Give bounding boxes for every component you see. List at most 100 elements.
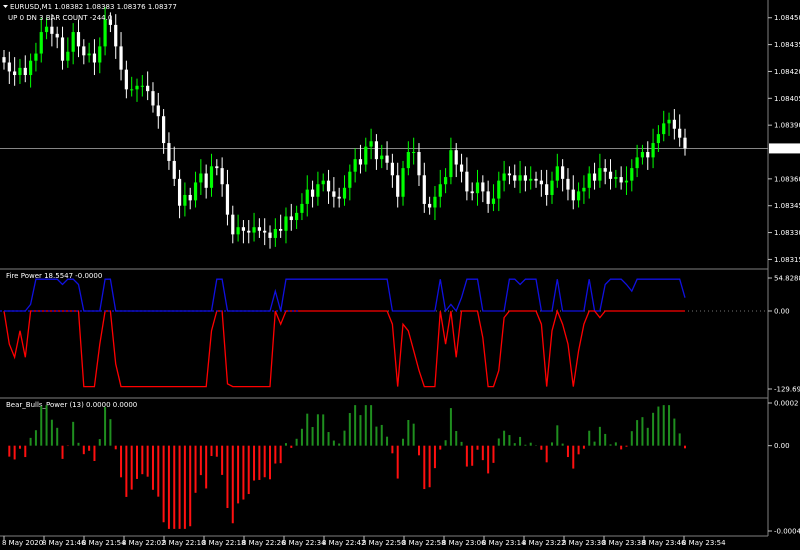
candle-body bbox=[470, 191, 474, 194]
time-axis-label: 8 May 22:42 bbox=[322, 539, 366, 547]
candle-body bbox=[326, 180, 331, 192]
candle-body bbox=[225, 184, 230, 215]
candle-body bbox=[151, 91, 155, 106]
time-axis-label: 8 May 21:54 bbox=[82, 539, 126, 547]
candle-body bbox=[193, 182, 198, 201]
price-tick-label: 1.08345 bbox=[774, 202, 800, 210]
candle-body bbox=[619, 177, 623, 183]
time-axis-label: 8 May 23:30 bbox=[562, 539, 606, 547]
candle-body bbox=[566, 178, 570, 190]
candle-body bbox=[92, 53, 97, 63]
candle-body bbox=[119, 46, 123, 70]
candle-body bbox=[353, 159, 357, 172]
bulls-axis-top: 0.0002 bbox=[774, 400, 799, 408]
candle-body bbox=[576, 191, 581, 201]
price-tick-label: 1.08450 bbox=[774, 14, 800, 22]
candle-body bbox=[316, 184, 320, 197]
time-axis-label: 8 May 22:34 bbox=[282, 539, 326, 547]
price-tick-label: 1.08360 bbox=[774, 175, 800, 183]
candle-body bbox=[380, 155, 384, 160]
fire-power-red-line bbox=[3, 308, 685, 388]
price-tick-label: 1.08330 bbox=[774, 229, 800, 237]
symbol-info: EURUSD,M1 1.08382 1.08383 1.08376 1.0837… bbox=[10, 3, 177, 11]
candle-body bbox=[630, 168, 634, 181]
time-axis-label: 8 May 22:50 bbox=[362, 539, 406, 547]
candle-body bbox=[162, 116, 166, 144]
candle-body bbox=[396, 175, 400, 197]
candle-body bbox=[651, 143, 655, 158]
price-tick-label: 1.08390 bbox=[774, 122, 800, 130]
candle-body bbox=[587, 173, 591, 188]
candle-body bbox=[491, 198, 496, 204]
bulls-power-title: Bear_Bulls_Power (13) 0.0000 0.0000 bbox=[6, 401, 137, 409]
time-axis-label: 8 May 22:58 bbox=[402, 539, 446, 547]
candle-body bbox=[454, 150, 458, 165]
candle-body bbox=[523, 175, 527, 181]
candle-body bbox=[199, 173, 203, 183]
candle-body bbox=[183, 194, 187, 206]
candle-body bbox=[60, 37, 65, 61]
candle-body bbox=[215, 166, 219, 169]
fire-axis-bottom: -129.6944 bbox=[774, 386, 800, 394]
candle-body bbox=[310, 189, 315, 197]
candle-body bbox=[29, 60, 33, 76]
candle-body bbox=[220, 168, 224, 185]
candle-body bbox=[662, 123, 666, 135]
candle-body bbox=[364, 146, 368, 165]
candle-body bbox=[71, 32, 75, 52]
candle-body bbox=[539, 180, 543, 185]
candle-body bbox=[18, 67, 22, 76]
candle-body bbox=[592, 173, 597, 181]
candle-body bbox=[332, 191, 336, 197]
candle-body bbox=[608, 171, 613, 179]
candle-body bbox=[449, 150, 453, 178]
candle-body bbox=[672, 119, 676, 129]
candle-body bbox=[263, 230, 267, 233]
candle-body bbox=[305, 189, 309, 204]
chart-canvas[interactable]: 1.08450 1.08435 1.08420 1.08405 1.08390 1.083… bbox=[0, 0, 800, 550]
time-axis-label: 8 May 2020 bbox=[2, 539, 43, 547]
bulls-axis-bottom: -0.0004 bbox=[774, 528, 800, 536]
candle-body bbox=[656, 134, 660, 144]
price-tick-label: 1.08420 bbox=[774, 68, 800, 76]
time-axis-label: 8 May 22:18 bbox=[202, 539, 246, 547]
candle-body bbox=[342, 187, 347, 199]
candle-body bbox=[534, 178, 538, 181]
candle-body bbox=[406, 152, 410, 169]
candle-body bbox=[465, 171, 469, 192]
candle-body bbox=[640, 152, 645, 158]
fire-power-blue-line bbox=[4, 278, 686, 313]
candle-body bbox=[156, 105, 160, 117]
candle-body bbox=[507, 173, 512, 176]
candle-body bbox=[513, 175, 517, 181]
candle-body bbox=[433, 196, 437, 208]
candle-body bbox=[7, 62, 11, 72]
time-axis-label: 8 May 23:14 bbox=[482, 539, 526, 547]
candle-body bbox=[39, 32, 43, 54]
candle-body bbox=[358, 159, 363, 165]
time-axis-label: 8 May 23:22 bbox=[522, 539, 566, 547]
candle-body bbox=[124, 69, 128, 90]
candle-body bbox=[55, 33, 59, 38]
candle-body bbox=[502, 173, 506, 181]
candle-body bbox=[624, 180, 629, 183]
candle-body bbox=[598, 168, 602, 181]
time-axis-label: 8 May 23:46 bbox=[642, 539, 686, 547]
candle-body bbox=[279, 228, 283, 231]
candle-body bbox=[34, 53, 38, 61]
candle-body bbox=[247, 230, 251, 233]
candle-body bbox=[422, 175, 426, 204]
candle-body bbox=[289, 216, 293, 221]
candle-body bbox=[555, 166, 559, 181]
candle-body bbox=[401, 168, 405, 197]
price-tick-label: 1.08405 bbox=[774, 95, 800, 103]
candle-body bbox=[13, 71, 17, 76]
candle-body bbox=[412, 152, 416, 154]
price-tick-label: 1.08435 bbox=[774, 41, 800, 49]
candle-body bbox=[459, 164, 464, 172]
candle-body bbox=[561, 166, 565, 179]
candle-body bbox=[268, 232, 272, 238]
candle-body bbox=[385, 155, 389, 163]
candle-body bbox=[66, 51, 70, 61]
candle-body bbox=[337, 196, 341, 199]
